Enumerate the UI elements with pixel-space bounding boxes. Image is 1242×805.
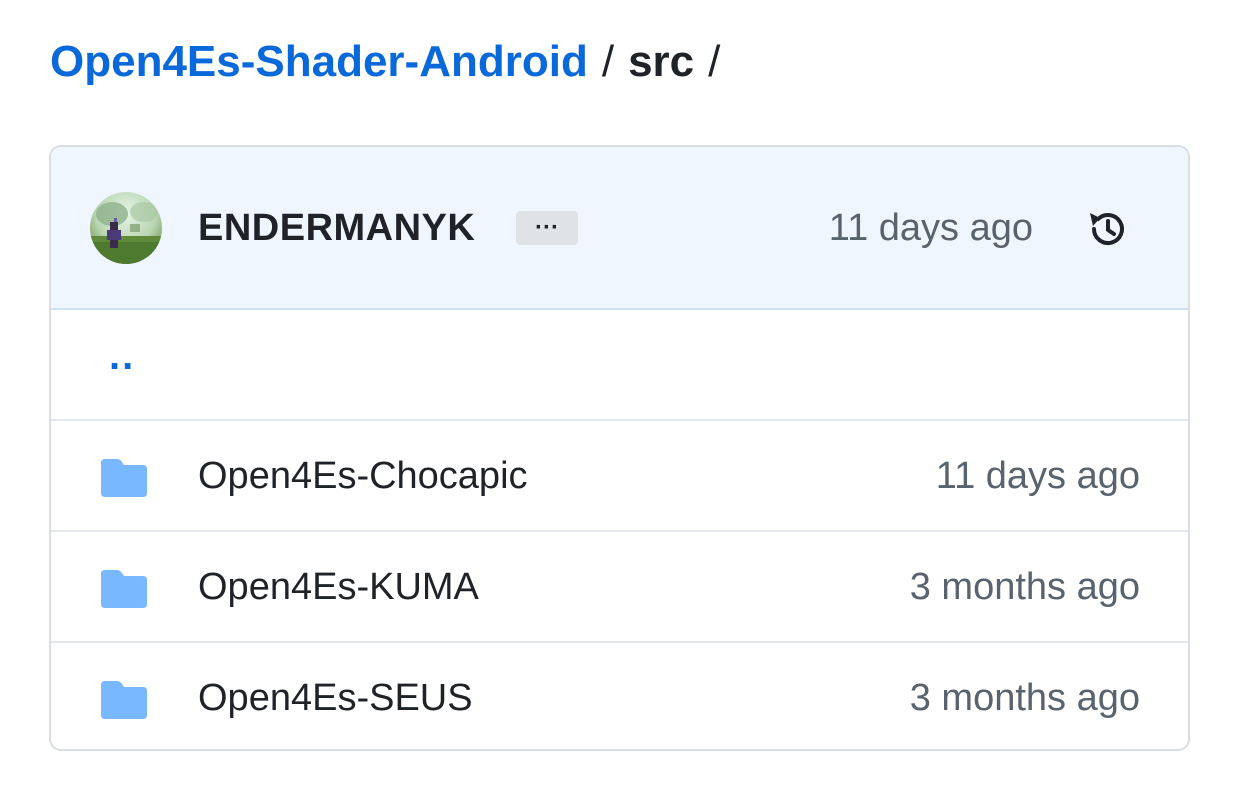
commit-message-expand-button[interactable]: ··· xyxy=(516,211,578,245)
folder-name-link[interactable]: Open4Es-SEUS xyxy=(198,670,473,726)
list-item[interactable]: Open4Es-KUMA 3 months ago xyxy=(51,532,1188,643)
list-item[interactable]: Open4Es-SEUS 3 months ago xyxy=(51,643,1188,749)
breadcrumb: Open4Es-Shader-Android / src / xyxy=(50,32,734,92)
parent-directory-link[interactable]: .. xyxy=(109,334,135,379)
list-item[interactable]: Open4Es-Chocapic 11 days ago xyxy=(51,421,1188,532)
folder-icon xyxy=(99,568,149,610)
breadcrumb-current-dir: src xyxy=(628,37,695,86)
latest-commit-header: ENDERMANYK ··· 11 days ago xyxy=(51,147,1188,310)
folder-icon xyxy=(99,679,149,721)
commit-time: 11 days ago xyxy=(828,207,1033,249)
folder-icon xyxy=(99,457,149,499)
item-time: 3 months ago xyxy=(909,677,1140,719)
folder-name-link[interactable]: Open4Es-Chocapic xyxy=(198,448,528,504)
item-time: 11 days ago xyxy=(935,455,1140,497)
folder-name-link[interactable]: Open4Es-KUMA xyxy=(198,559,479,615)
item-time: 3 months ago xyxy=(909,566,1140,608)
file-list: ENDERMANYK ··· 11 days ago .. Open4Es-Ch… xyxy=(49,145,1190,751)
breadcrumb-trailing-separator: / xyxy=(708,37,721,86)
commit-author[interactable]: ENDERMANYK xyxy=(198,200,475,256)
history-icon[interactable] xyxy=(1083,204,1133,254)
parent-directory-row[interactable]: .. xyxy=(51,310,1188,421)
breadcrumb-repo-link[interactable]: Open4Es-Shader-Android xyxy=(50,37,588,87)
breadcrumb-separator: / xyxy=(601,37,615,86)
avatar[interactable] xyxy=(90,192,162,264)
